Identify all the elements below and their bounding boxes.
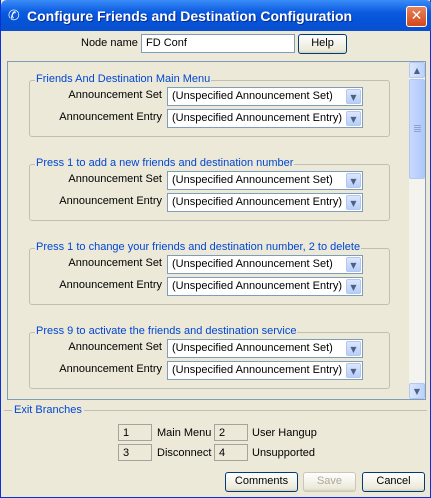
close-icon: ✕ — [410, 8, 423, 24]
group-add-number: Press 1 to add a new friends and destina… — [29, 157, 390, 221]
branch-name: Unsupported — [252, 447, 315, 459]
node-name-row: Node name FD Conf Help — [1, 34, 431, 54]
announcement-set-label: Announcement Set — [68, 173, 162, 185]
announcement-entry-dropdown[interactable]: (Unspecified Announcement Entry) ▼ — [167, 277, 363, 296]
announcement-entry-dropdown[interactable]: (Unspecified Announcement Entry) ▼ — [167, 361, 363, 380]
group-title: Press 9 to activate the friends and dest… — [35, 325, 298, 337]
dropdown-value: (Unspecified Announcement Entry) — [172, 112, 342, 124]
branch-number: 1 — [118, 424, 152, 441]
cancel-button[interactable]: Cancel — [362, 472, 425, 492]
chevron-up-icon: ▲ — [413, 66, 421, 75]
announcement-set-label: Announcement Set — [68, 89, 162, 101]
close-button[interactable]: ✕ — [406, 6, 427, 27]
grip-line — [414, 129, 421, 130]
group-main-menu: Friends And Destination Main Menu Announ… — [29, 73, 390, 137]
save-button[interactable]: Save — [303, 472, 356, 492]
announcement-set-dropdown[interactable]: (Unspecified Announcement Set) ▼ — [167, 339, 363, 358]
announcement-entry-label: Announcement Entry — [59, 111, 162, 123]
chevron-down-icon[interactable]: ▼ — [346, 257, 361, 272]
exit-branches-title: Exit Branches — [12, 404, 84, 416]
branch-number: 3 — [118, 444, 152, 461]
exit-branches-group: Exit Branches 1 Main Menu 2 User Hangup … — [4, 404, 427, 466]
chevron-down-icon[interactable]: ▼ — [346, 173, 361, 188]
scroll-up-button[interactable]: ▲ — [409, 62, 425, 78]
dropdown-value: (Unspecified Announcement Entry) — [172, 196, 342, 208]
dropdown-value: (Unspecified Announcement Set) — [172, 90, 333, 102]
branch-number: 4 — [214, 444, 248, 461]
dialog-window: ✆ Configure Friends and Destination Conf… — [0, 0, 431, 498]
group-title: Press 1 to add a new friends and destina… — [35, 157, 295, 169]
scroll-down-button[interactable]: ▼ — [409, 383, 425, 399]
chevron-down-icon[interactable]: ▼ — [346, 279, 361, 294]
dropdown-value: (Unspecified Announcement Set) — [172, 258, 333, 270]
node-name-label: Node name — [81, 37, 138, 49]
group-title: Friends And Destination Main Menu — [35, 73, 212, 85]
branch-number: 2 — [214, 424, 248, 441]
group-title: Press 1 to change your friends and desti… — [35, 241, 362, 253]
announcement-set-dropdown[interactable]: (Unspecified Announcement Set) ▼ — [167, 171, 363, 190]
announcement-set-label: Announcement Set — [68, 257, 162, 269]
group-change-number: Press 1 to change your friends and desti… — [29, 241, 390, 305]
chevron-down-icon[interactable]: ▼ — [346, 363, 361, 378]
announcements-scroll-pane[interactable]: Friends And Destination Main Menu Announ… — [7, 61, 426, 400]
scrollbar-thumb[interactable] — [409, 79, 425, 179]
comments-button[interactable]: Comments — [225, 472, 298, 492]
announcement-set-dropdown[interactable]: (Unspecified Announcement Set) ▼ — [167, 255, 363, 274]
chevron-down-icon[interactable]: ▼ — [346, 111, 361, 126]
node-name-input[interactable]: FD Conf — [141, 34, 295, 53]
grip-line — [414, 125, 421, 126]
dropdown-value: (Unspecified Announcement Entry) — [172, 280, 342, 292]
branch-name: Main Menu — [157, 427, 212, 439]
announcement-entry-label: Announcement Entry — [59, 279, 162, 291]
announcement-entry-label: Announcement Entry — [59, 195, 162, 207]
window-title: Configure Friends and Destination Config… — [27, 8, 353, 24]
dropdown-value: (Unspecified Announcement Set) — [172, 174, 333, 186]
branch-name: Disconnect — [157, 447, 212, 459]
announcement-entry-label: Announcement Entry — [59, 363, 162, 375]
chevron-down-icon: ▼ — [413, 387, 421, 396]
phone-icon: ✆ — [8, 8, 20, 24]
grip-line — [414, 131, 421, 132]
dropdown-value: (Unspecified Announcement Set) — [172, 342, 333, 354]
branch-name: User Hangup — [252, 427, 317, 439]
announcement-set-dropdown[interactable]: (Unspecified Announcement Set) ▼ — [167, 87, 363, 106]
chevron-down-icon[interactable]: ▼ — [346, 89, 361, 104]
title-bar[interactable]: ✆ Configure Friends and Destination Conf… — [1, 0, 431, 31]
chevron-down-icon[interactable]: ▼ — [346, 341, 361, 356]
help-button[interactable]: Help — [298, 34, 347, 54]
announcement-entry-dropdown[interactable]: (Unspecified Announcement Entry) ▼ — [167, 109, 363, 128]
chevron-down-icon[interactable]: ▼ — [346, 195, 361, 210]
dropdown-value: (Unspecified Announcement Entry) — [172, 364, 342, 376]
group-activate-service: Press 9 to activate the friends and dest… — [29, 325, 390, 389]
announcements-content: Friends And Destination Main Menu Announ… — [8, 62, 410, 399]
vertical-scrollbar[interactable]: ▲ ▼ — [409, 62, 425, 399]
announcement-entry-dropdown[interactable]: (Unspecified Announcement Entry) ▼ — [167, 193, 363, 212]
announcement-set-label: Announcement Set — [68, 341, 162, 353]
grip-line — [414, 127, 421, 128]
